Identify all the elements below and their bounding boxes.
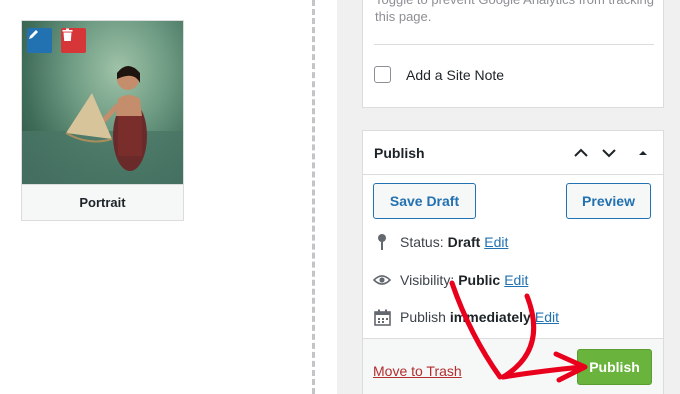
dashed-divider [312, 0, 315, 394]
tracking-panel: Toggle to prevent Google Analytics from … [362, 0, 664, 108]
tracking-help-text: Toggle to prevent Google Analytics from … [375, 0, 654, 24]
edit-media-button[interactable] [27, 28, 52, 53]
chevron-down-icon[interactable] [601, 145, 617, 161]
media-card: Portrait [21, 20, 184, 221]
visibility-edit-link[interactable]: Edit [504, 272, 528, 288]
publish-panel: Publish Save Draft Preview Status: Draft… [362, 130, 664, 394]
site-note-label: Add a Site Note [406, 67, 505, 83]
preview-button[interactable]: Preview [566, 183, 651, 219]
visibility-label: Visibility: [400, 272, 455, 288]
trash-icon [62, 28, 73, 41]
chevron-up-icon[interactable] [573, 145, 589, 161]
status-label: Status: [400, 234, 444, 250]
triangle-up-icon[interactable] [635, 145, 651, 161]
save-draft-button[interactable]: Save Draft [373, 183, 476, 219]
media-caption: Portrait [22, 184, 183, 220]
calendar-icon [373, 308, 391, 326]
status-row: Status: Draft Edit [373, 232, 508, 252]
pencil-icon [29, 30, 38, 39]
visibility-row: Visibility: Public Edit [373, 270, 528, 290]
schedule-value: immediately [449, 309, 531, 325]
publish-button[interactable]: Publish [577, 349, 652, 385]
portrait-image[interactable] [22, 21, 183, 184]
status-value: Draft [447, 234, 481, 250]
move-to-trash-link[interactable]: Move to Trash [373, 363, 462, 379]
schedule-edit-link[interactable]: Edit [535, 309, 559, 325]
publish-panel-header: Publish [363, 131, 663, 175]
pin-icon [373, 233, 391, 251]
publish-panel-title: Publish [374, 145, 425, 161]
panel-separator [374, 44, 654, 45]
schedule-row: Publish immediately Edit [373, 307, 559, 327]
delete-media-button[interactable] [61, 28, 86, 53]
eye-icon [373, 271, 391, 289]
schedule-label: Publish [400, 309, 446, 325]
site-note-checkbox[interactable] [374, 66, 391, 83]
status-edit-link[interactable]: Edit [484, 234, 508, 250]
publish-panel-footer: Move to Trash Publish [363, 338, 663, 394]
visibility-value: Public [458, 272, 501, 288]
